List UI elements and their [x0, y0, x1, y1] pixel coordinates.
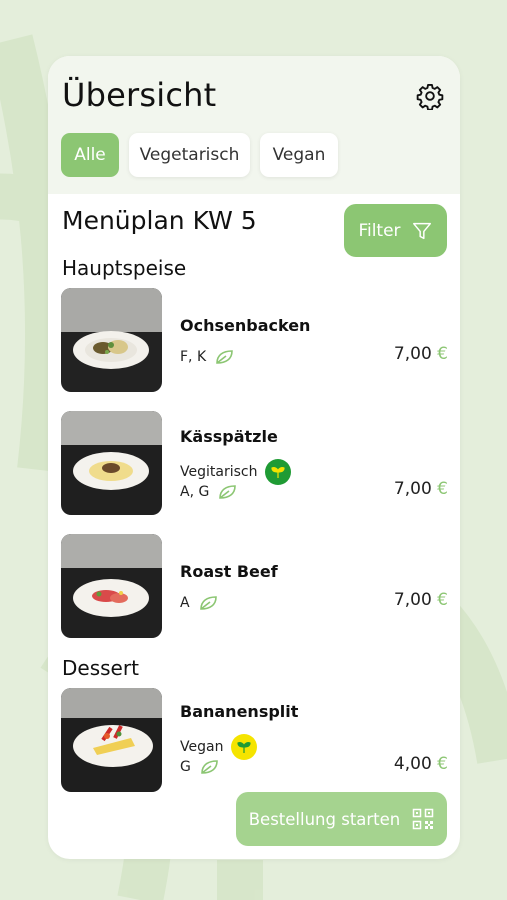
chip-vegan[interactable]: Vegan	[260, 133, 338, 177]
dish-name: Kässpätzle	[180, 427, 278, 446]
dish-price: 7,00 €	[394, 344, 448, 364]
price-value: 7,00	[393, 590, 432, 610]
dish-allergens: A, G	[180, 484, 210, 500]
dish-name: Ochsenbacken	[180, 316, 311, 335]
dish-photo	[61, 688, 162, 792]
currency-symbol: €	[437, 344, 448, 364]
dish-name: Bananensplit	[180, 702, 299, 721]
dish-price: 7,00 €	[394, 479, 448, 499]
dish-allergens-row: G	[180, 758, 221, 776]
section-hauptspeise: Hauptspeise	[62, 256, 187, 280]
price-value: 4,00	[393, 754, 432, 774]
allergen-leaf-icon	[199, 596, 217, 610]
dish-allergens-row: A, G	[180, 483, 239, 501]
gear-icon	[416, 83, 444, 110]
start-order-label: Bestellung starten	[248, 809, 401, 829]
settings-button[interactable]	[414, 80, 446, 112]
dish-name: Roast Beef	[180, 562, 278, 581]
dish-diet-row: Vegan	[180, 734, 258, 760]
qr-code-icon	[413, 808, 434, 830]
chip-alle[interactable]: Alle	[61, 133, 119, 177]
dish-diet-label: Vegan	[180, 739, 224, 755]
dish-photo	[61, 534, 162, 638]
price-value: 7,00	[393, 344, 432, 364]
page-title: Übersicht	[62, 76, 217, 114]
currency-symbol: €	[437, 479, 448, 499]
dish-item-kaesspaetzle[interactable]: Kässpätzle Vegitarisch A, G 7,00 €	[61, 411, 448, 515]
start-order-button[interactable]: Bestellung starten	[236, 792, 447, 846]
dish-photo	[61, 411, 162, 515]
dish-allergens: F, K	[180, 349, 207, 365]
dish-price: 4,00 €	[394, 754, 448, 774]
overview-card: Übersicht Alle Vegetarisch Vegan Menüpla…	[48, 56, 460, 859]
currency-symbol: €	[437, 754, 448, 774]
dish-price: 7,00 €	[394, 590, 448, 610]
vegetarian-badge-icon	[265, 459, 292, 485]
chip-vegetarisch[interactable]: Vegetarisch	[129, 133, 250, 177]
menu-title: Menüplan KW 5	[62, 206, 257, 235]
dish-photo	[61, 288, 162, 392]
dish-allergens-row: F, K	[180, 348, 236, 366]
section-dessert: Dessert	[62, 656, 139, 680]
dish-item-roast-beef[interactable]: Roast Beef A 7,00 €	[61, 534, 448, 638]
allergen-leaf-icon	[216, 350, 233, 364]
dish-allergens-row: A	[180, 594, 220, 612]
dish-diet-label: Vegitarisch	[180, 464, 258, 480]
filter-button[interactable]: Filter	[344, 204, 447, 257]
dish-allergens: A	[180, 595, 190, 611]
dish-item-bananensplit[interactable]: Bananensplit Vegan G 4,00 €	[61, 688, 448, 792]
dish-diet-row: Vegitarisch	[180, 459, 292, 485]
vegan-badge-icon	[231, 734, 258, 760]
allergen-leaf-icon	[219, 485, 237, 499]
currency-symbol: €	[437, 590, 448, 610]
filter-label: Filter	[358, 220, 401, 241]
dish-allergens: G	[180, 759, 191, 775]
dish-item-ochsenbacken[interactable]: Ochsenbacken F, K 7,00 €	[61, 288, 448, 392]
price-value: 7,00	[393, 479, 432, 499]
funnel-icon	[412, 222, 431, 239]
allergen-leaf-icon	[201, 760, 218, 774]
